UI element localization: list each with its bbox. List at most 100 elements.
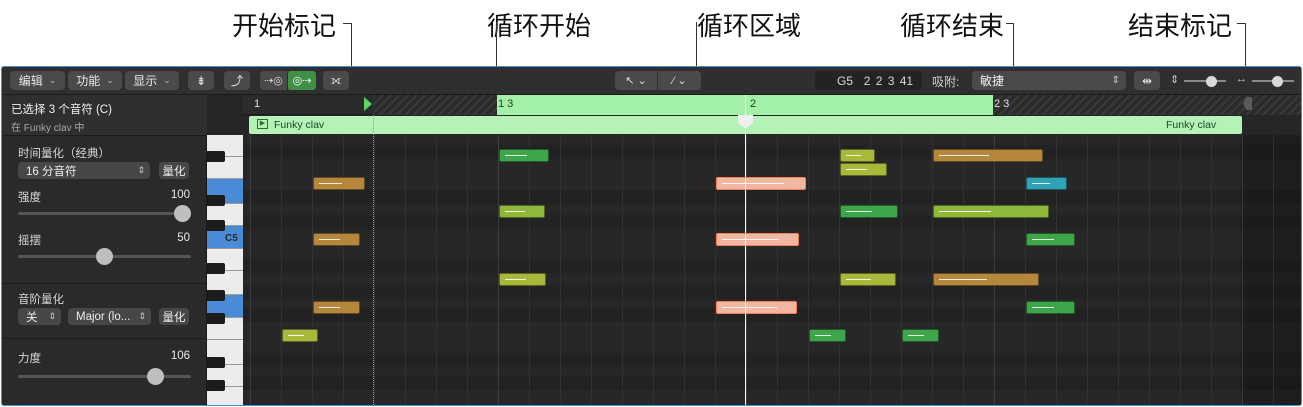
midi-note[interactable] (1026, 233, 1075, 246)
view-menu-label: 显示 (133, 74, 158, 88)
time-quantize-select[interactable]: 16 分音符 ⇕ (18, 162, 150, 179)
midi-in-icon: ⇢◎ (264, 75, 283, 87)
black-key[interactable] (207, 290, 225, 301)
collapse-tool-button[interactable]: ⇟ (188, 71, 214, 90)
grid-line (808, 135, 809, 405)
midi-note[interactable] (933, 149, 1043, 162)
midi-note[interactable] (933, 273, 1039, 286)
curve-icon: ⤴ (230, 74, 243, 88)
black-key[interactable] (207, 313, 225, 324)
grid-line (312, 135, 313, 405)
catch-button[interactable]: ⟗ (323, 71, 349, 90)
black-key[interactable] (207, 220, 225, 231)
grid-line (591, 135, 592, 405)
chevron-down-icon: ⌄ (106, 75, 114, 85)
black-key-row (243, 145, 1301, 159)
ruler[interactable]: 1 1 3 2 2 3 (243, 95, 1301, 115)
midi-note[interactable] (282, 329, 318, 342)
grid-line (1056, 135, 1057, 405)
edit-menu-button[interactable]: 编辑 ⌄ (10, 71, 65, 90)
scale-off-value: 关 (26, 311, 38, 324)
midi-note[interactable] (499, 149, 549, 162)
strength-knob[interactable] (174, 205, 191, 222)
scale-value: Major (lo... (76, 310, 131, 323)
start-marker[interactable] (364, 97, 372, 111)
selected-note[interactable] (716, 301, 797, 314)
time-quantize-label: 时间量化（经典） (18, 148, 110, 160)
grid-line (746, 135, 747, 405)
selected-note[interactable] (716, 233, 799, 246)
grid-line (994, 135, 995, 405)
midi-note[interactable] (1026, 177, 1067, 190)
midi-draw-button[interactable]: ⤴ (224, 71, 250, 90)
midi-note[interactable] (840, 273, 896, 286)
midi-note[interactable] (840, 163, 887, 176)
snap-select[interactable]: 敏捷 ⇕ (972, 71, 1126, 90)
black-key-row (243, 376, 1301, 390)
swing-knob[interactable] (96, 248, 113, 265)
grid-line (777, 135, 778, 405)
midi-out-button[interactable]: ◎⇢ (288, 71, 316, 90)
scale-off-select[interactable]: 关 ⇕ (18, 308, 61, 325)
black-key[interactable] (207, 380, 225, 391)
horizontal-zoom-knob[interactable] (1272, 76, 1283, 87)
grid-line (281, 135, 282, 405)
black-key-row (243, 215, 1301, 229)
grid-line (963, 135, 964, 405)
midi-note[interactable] (499, 273, 546, 286)
midi-note[interactable] (840, 149, 875, 162)
midi-note[interactable] (313, 233, 360, 246)
chevron-down-icon: ⌄ (48, 75, 57, 85)
fit-icon: ⇹ (1141, 73, 1153, 88)
playhead[interactable] (745, 95, 746, 405)
swing-value: 50 (177, 232, 190, 244)
midi-note[interactable] (840, 205, 898, 218)
callout-cycle-end: 循环结束 (900, 12, 1005, 42)
midi-note[interactable] (313, 177, 365, 190)
fit-button[interactable]: ⇹ (1134, 71, 1160, 90)
pencil-tool-menu[interactable]: ∕ ⌄ (658, 71, 701, 90)
view-menu-button[interactable]: 显示 ⌄ (125, 71, 179, 90)
velocity-slider[interactable] (18, 375, 191, 378)
pointer-icon: ↖ ⌄ (625, 75, 647, 87)
midi-note[interactable] (809, 329, 846, 342)
grid-line (529, 135, 530, 405)
scale-quantize-label: 音阶量化 (18, 294, 64, 306)
black-key[interactable] (207, 151, 225, 162)
selection-header: 已选择 3 个音符 (C) 在 Funky clav 中 (2, 95, 207, 136)
callout-cycle-area: 循环区域 (697, 12, 802, 42)
velocity-knob[interactable] (147, 368, 164, 385)
vertical-zoom-knob[interactable] (1206, 76, 1217, 87)
black-key[interactable] (207, 195, 225, 206)
black-key[interactable] (207, 263, 225, 274)
region-name-end: Funky clav (1166, 119, 1217, 131)
strength-label: 强度 (18, 192, 41, 204)
toolbar: 编辑 ⌄ 功能 ⌄ 显示 ⌄ ⇟ ⤴ ⇢◎ ◎⇢ ⟗ ↖ ⌄ ∕ ⌄ G5 2 2 3… (2, 67, 1301, 95)
pointer-tool-menu[interactable]: ↖ ⌄ (615, 71, 658, 90)
midi-out-icon: ◎⇢ (292, 75, 312, 87)
note-grid[interactable] (243, 135, 1301, 405)
vertical-zoom-icon: ⇕ (1170, 74, 1180, 86)
strength-slider[interactable] (18, 212, 191, 215)
midi-note[interactable] (902, 329, 939, 342)
grid-line (343, 135, 344, 405)
scale-quantize-button[interactable]: 量化 (159, 308, 189, 325)
hatch-pre (373, 95, 497, 115)
midi-note[interactable] (313, 301, 360, 314)
vertical-zoom-track[interactable] (1184, 80, 1226, 82)
time-quantize-button[interactable]: 量化 (159, 162, 189, 179)
piano-roll-window: 编辑 ⌄ 功能 ⌄ 显示 ⌄ ⇟ ⤴ ⇢◎ ◎⇢ ⟗ ↖ ⌄ ∕ ⌄ G5 2 2 3… (1, 66, 1302, 406)
grid-line (1118, 135, 1119, 405)
midi-note[interactable] (933, 205, 1049, 218)
selected-note[interactable] (716, 177, 806, 190)
leader-start-h (343, 23, 351, 24)
scale-select[interactable]: Major (lo... ⇕ (68, 308, 151, 325)
midi-note[interactable] (1026, 301, 1075, 314)
black-key[interactable] (207, 357, 225, 368)
midi-note[interactable] (499, 205, 545, 218)
grid-line (684, 135, 685, 405)
piano-keyboard[interactable]: C5 (207, 135, 243, 405)
grid-line (1087, 135, 1088, 405)
function-menu-button[interactable]: 功能 ⌄ (68, 71, 122, 90)
midi-in-button[interactable]: ⇢◎ (260, 71, 288, 90)
